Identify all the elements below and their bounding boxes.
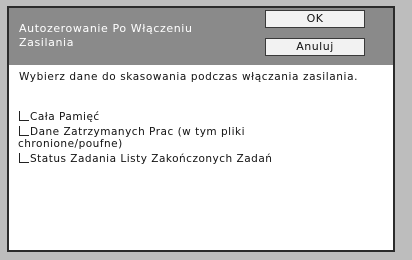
checkbox[interactable] <box>19 126 29 136</box>
option-held-jobs[interactable]: Dane Zatrzymanych Prac (w tym pliki chro… <box>17 126 387 150</box>
instruction-text: Wybierz dane do skasowania podczas włącz… <box>19 71 359 83</box>
options-list: Cała Pamięć Dane Zatrzymanych Prac (w ty… <box>17 111 387 168</box>
dialog-header: Autozerowanie Po Włączeniu Zasilania OK … <box>9 8 393 65</box>
option-label: Status Zadania Listy Zakończonych Zadań <box>30 153 273 165</box>
option-completed-jobs-status[interactable]: Status Zadania Listy Zakończonych Zadań <box>17 153 387 165</box>
option-label-line2: chronione/poufne) <box>18 138 123 150</box>
cancel-button[interactable]: Anuluj <box>265 38 365 56</box>
checkbox[interactable] <box>19 111 29 121</box>
ok-button[interactable]: OK <box>265 10 365 28</box>
option-full-memory[interactable]: Cała Pamięć <box>17 111 387 123</box>
checkbox[interactable] <box>19 153 29 163</box>
option-label: Cała Pamięć <box>30 111 100 123</box>
dialog-panel: Autozerowanie Po Włączeniu Zasilania OK … <box>7 6 395 252</box>
option-label-line1: Dane Zatrzymanych Prac (w tym pliki <box>30 126 245 138</box>
dialog-title: Autozerowanie Po Włączeniu Zasilania <box>19 22 193 49</box>
